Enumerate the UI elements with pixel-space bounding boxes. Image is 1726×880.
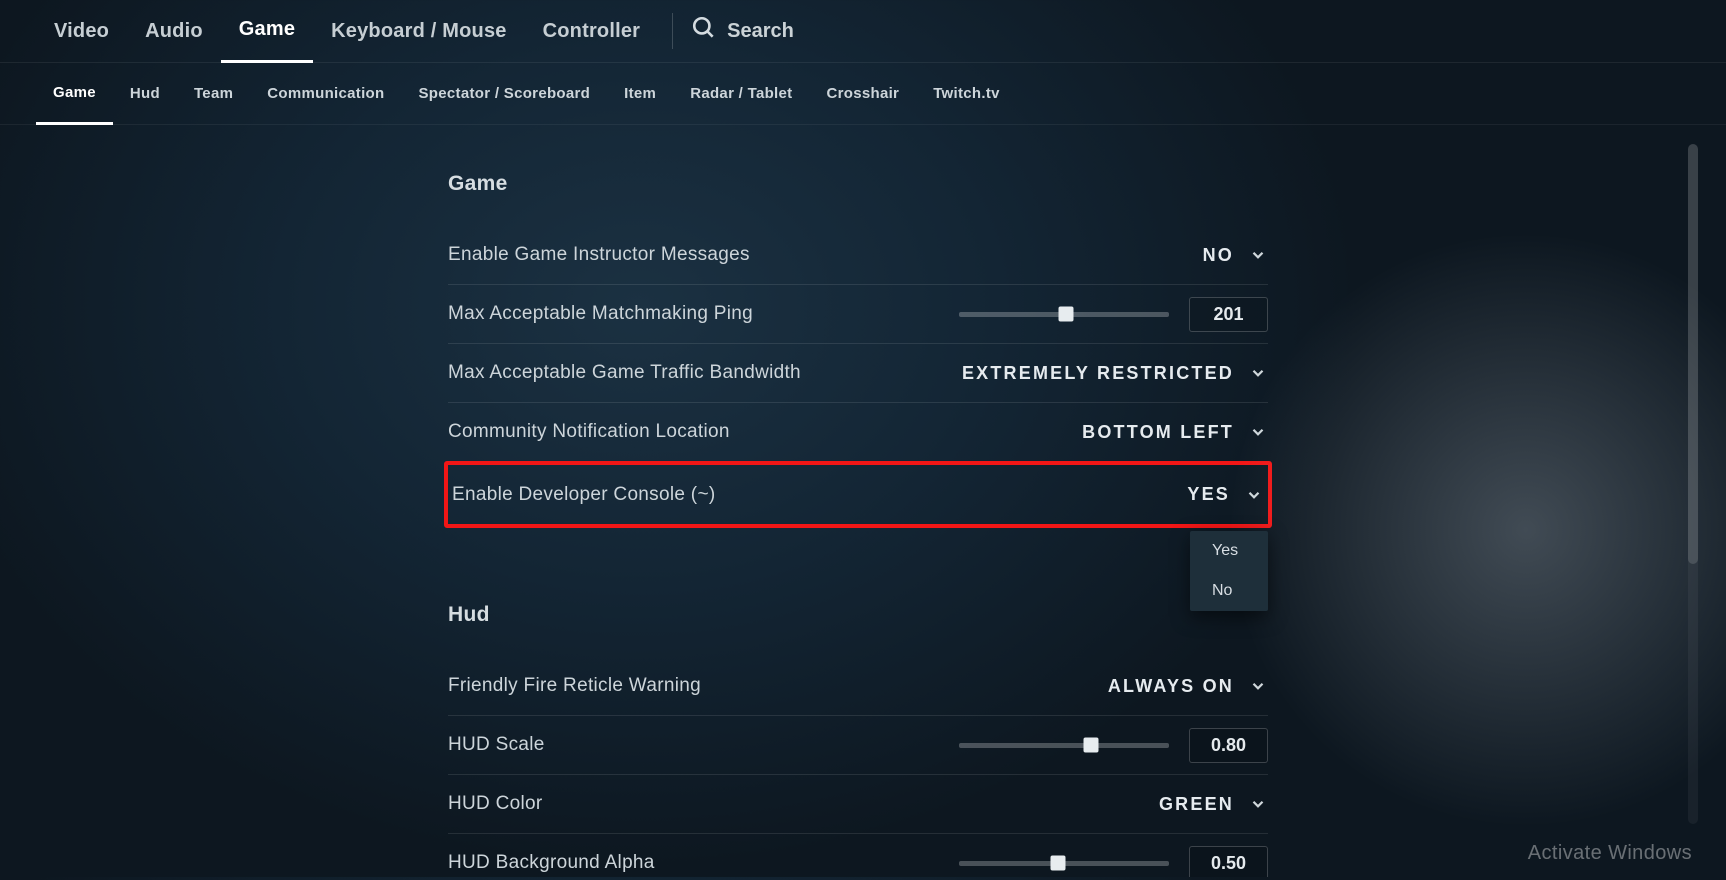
row-notification-location[interactable]: Community Notification Location BOTTOM L… bbox=[448, 403, 1268, 462]
slider-bg-alpha[interactable] bbox=[959, 861, 1169, 866]
row-label: Enable Game Instructor Messages bbox=[448, 244, 750, 266]
subtab-hud[interactable]: Hud bbox=[113, 63, 177, 125]
settings-content: Game Enable Game Instructor Messages NO … bbox=[0, 130, 1726, 877]
row-label: HUD Scale bbox=[448, 734, 545, 756]
row-label: Community Notification Location bbox=[448, 421, 730, 443]
dropdown-value: EXTREMELY RESTRICTED bbox=[962, 363, 1234, 384]
search-label: Search bbox=[727, 20, 794, 43]
subtab-radar[interactable]: Radar / Tablet bbox=[673, 63, 809, 125]
dropdown-dev-console[interactable]: YES bbox=[1187, 484, 1264, 505]
subtab-spectator[interactable]: Spectator / Scoreboard bbox=[401, 63, 607, 125]
chevron-down-icon bbox=[1248, 794, 1268, 814]
row-instructor-messages[interactable]: Enable Game Instructor Messages NO bbox=[448, 226, 1268, 285]
tab-controller[interactable]: Controller bbox=[525, 0, 659, 63]
chevron-down-icon bbox=[1244, 485, 1264, 505]
value-bg-alpha[interactable]: 0.50 bbox=[1189, 846, 1268, 878]
popup-option-yes[interactable]: Yes bbox=[1190, 531, 1268, 571]
dropdown-value: NO bbox=[1203, 245, 1234, 266]
row-label: Max Acceptable Game Traffic Bandwidth bbox=[448, 362, 801, 384]
row-developer-console[interactable]: Enable Developer Console (~) YES bbox=[452, 465, 1264, 524]
row-hud-scale[interactable]: HUD Scale 0.80 bbox=[448, 716, 1268, 775]
search-button[interactable]: Search bbox=[691, 15, 794, 47]
separator bbox=[672, 13, 673, 49]
dropdown-hud-color[interactable]: GREEN bbox=[1159, 794, 1268, 815]
search-icon bbox=[691, 15, 727, 47]
tab-game[interactable]: Game bbox=[221, 0, 313, 63]
row-matchmaking-ping[interactable]: Max Acceptable Matchmaking Ping 201 bbox=[448, 285, 1268, 344]
tab-keyboard-mouse[interactable]: Keyboard / Mouse bbox=[313, 0, 524, 63]
row-label: Enable Developer Console (~) bbox=[452, 484, 715, 506]
dropdown-notif-location[interactable]: BOTTOM LEFT bbox=[1082, 422, 1268, 443]
dropdown-bandwidth[interactable]: EXTREMELY RESTRICTED bbox=[962, 363, 1268, 384]
row-reticle-warning[interactable]: Friendly Fire Reticle Warning ALWAYS ON bbox=[448, 657, 1268, 716]
tab-video[interactable]: Video bbox=[36, 0, 127, 63]
secondary-tabs: Game Hud Team Communication Spectator / … bbox=[0, 63, 1726, 125]
row-hud-bg-alpha[interactable]: HUD Background Alpha 0.50 bbox=[448, 834, 1268, 877]
row-traffic-bandwidth[interactable]: Max Acceptable Game Traffic Bandwidth EX… bbox=[448, 344, 1268, 403]
chevron-down-icon bbox=[1248, 422, 1268, 442]
subtab-game[interactable]: Game bbox=[36, 63, 113, 125]
highlighted-row: Enable Developer Console (~) YES Yes No bbox=[444, 461, 1272, 528]
slider-hud-scale[interactable] bbox=[959, 743, 1169, 748]
chevron-down-icon bbox=[1248, 245, 1268, 265]
tab-audio[interactable]: Audio bbox=[127, 0, 221, 63]
slider-thumb[interactable] bbox=[1084, 738, 1099, 753]
subtab-crosshair[interactable]: Crosshair bbox=[809, 63, 916, 125]
dropdown-value: GREEN bbox=[1159, 794, 1234, 815]
popup-option-no[interactable]: No bbox=[1190, 571, 1268, 611]
chevron-down-icon bbox=[1248, 676, 1268, 696]
dropdown-value: ALWAYS ON bbox=[1108, 676, 1234, 697]
section-title-game: Game bbox=[448, 172, 1268, 196]
value-hud-scale[interactable]: 0.80 bbox=[1189, 728, 1268, 763]
row-label: HUD Background Alpha bbox=[448, 852, 655, 874]
windows-watermark: Activate Windows bbox=[1528, 842, 1692, 865]
dropdown-instructor[interactable]: NO bbox=[1203, 245, 1268, 266]
subtab-team[interactable]: Team bbox=[177, 63, 250, 125]
primary-tabs: Video Audio Game Keyboard / Mouse Contro… bbox=[0, 0, 1726, 63]
section-title-hud: Hud bbox=[448, 603, 1268, 627]
subtab-item[interactable]: Item bbox=[607, 63, 673, 125]
slider-thumb[interactable] bbox=[1050, 856, 1065, 871]
dropdown-reticle[interactable]: ALWAYS ON bbox=[1108, 676, 1268, 697]
row-label: HUD Color bbox=[448, 793, 543, 815]
dropdown-popup: Yes No bbox=[1190, 531, 1268, 611]
subtab-communication[interactable]: Communication bbox=[250, 63, 401, 125]
slider-ping[interactable] bbox=[959, 312, 1169, 317]
row-label: Max Acceptable Matchmaking Ping bbox=[448, 303, 753, 325]
row-label: Friendly Fire Reticle Warning bbox=[448, 675, 701, 697]
chevron-down-icon bbox=[1248, 363, 1268, 383]
dropdown-value: YES bbox=[1187, 484, 1230, 505]
value-ping[interactable]: 201 bbox=[1189, 297, 1268, 332]
slider-thumb[interactable] bbox=[1059, 307, 1074, 322]
dropdown-value: BOTTOM LEFT bbox=[1082, 422, 1234, 443]
subtab-twitch[interactable]: Twitch.tv bbox=[916, 63, 1017, 125]
row-hud-color[interactable]: HUD Color GREEN bbox=[448, 775, 1268, 834]
